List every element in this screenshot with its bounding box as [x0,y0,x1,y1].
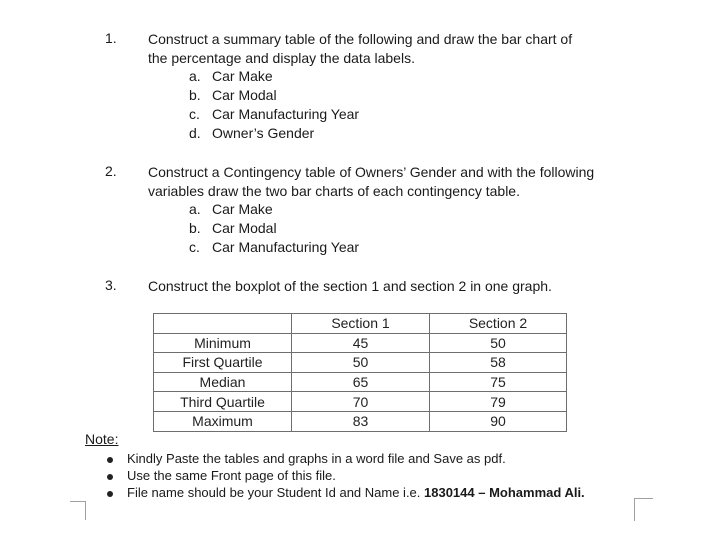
item-label: b. [189,220,201,236]
note-heading: Note: [85,431,119,447]
item-label: a. [189,68,201,84]
question-3-line-1: Construct the boxplot of the section 1 a… [148,278,552,294]
question-1-line-1: Construct a summary table of the followi… [148,31,573,47]
table-header-row: Section 1 Section 2 [153,313,567,334]
header-cell-empty [153,313,292,334]
question-1-item: d. Owner’s Gender [189,125,314,141]
five-number-summary-table: Section 1 Section 2 Minimum 45 50 First … [153,313,567,432]
header-cell-section-1: Section 1 [291,313,430,334]
note-bullet-3-text: File name should be your Student Id and … [127,485,425,500]
item-label: c. [189,106,200,122]
question-2-item: b. Car Modal [189,220,277,236]
header-cell-section-2: Section 2 [429,313,567,334]
page-corner-mark-right [634,498,653,521]
bullet-icon [107,491,113,497]
table-row: Median 65 75 [153,371,567,393]
item-label: d. [189,125,201,141]
section-2-value: 75 [429,371,567,393]
page-corner-mark-left [70,501,86,520]
table-row: Third Quartile 70 79 [153,391,567,412]
section-1-value: 83 [291,410,430,432]
question-1-item: b. Car Modal [189,87,277,103]
section-1-value: 50 [291,352,430,373]
question-2-line-1: Construct a Contingency table of Owners’… [148,164,595,180]
question-1-item: a. Car Make [189,68,273,84]
section-1-value: 45 [291,332,430,354]
section-2-value: 79 [429,391,567,412]
question-1-line-2: the percentage and display the data labe… [148,50,415,66]
item-text: Car Manufacturing Year [212,239,360,255]
row-label: Third Quartile [153,391,292,412]
section-2-value: 50 [429,332,567,354]
section-1-value: 70 [291,391,430,412]
item-text: Car Manufacturing Year [212,106,360,122]
item-text: Car Modal [212,220,277,236]
item-label: c. [189,239,200,255]
section-1-value: 65 [291,371,430,393]
file-name-example: 1830144 – Mohammad Ali. [424,485,585,500]
item-text: Owner’s Gender [212,125,315,141]
question-2-item: c. Car Manufacturing Year [189,239,359,255]
question-2-number: 2. [105,163,117,179]
item-label: a. [189,201,201,217]
question-3-number: 3. [105,277,117,293]
item-text: Car Make [212,68,273,84]
row-label: Median [153,371,292,393]
section-2-value: 58 [429,352,567,373]
table-row: Minimum 45 50 [153,332,567,354]
question-1-item: c. Car Manufacturing Year [189,106,359,122]
item-label: b. [189,87,201,103]
note-bullet-1: Kindly Paste the tables and graphs in a … [127,451,506,466]
question-2-item: a. Car Make [189,201,273,217]
question-2-line-2: variables draw the two bar charts of eac… [148,183,520,199]
note-bullet-2: Use the same Front page of this file. [127,468,336,483]
table-row: First Quartile 50 58 [153,352,567,373]
bullet-icon [107,474,113,480]
bullet-icon [107,457,113,463]
item-text: Car Make [212,201,273,217]
question-1-number: 1. [105,30,117,46]
row-label: Minimum [153,332,292,354]
note-bullet-3: File name should be your Student Id and … [127,485,585,500]
row-label: Maximum [153,410,292,432]
table-row: Maximum 83 90 [153,410,567,432]
row-label: First Quartile [153,352,292,373]
section-2-value: 90 [429,410,567,432]
item-text: Car Modal [212,87,277,103]
